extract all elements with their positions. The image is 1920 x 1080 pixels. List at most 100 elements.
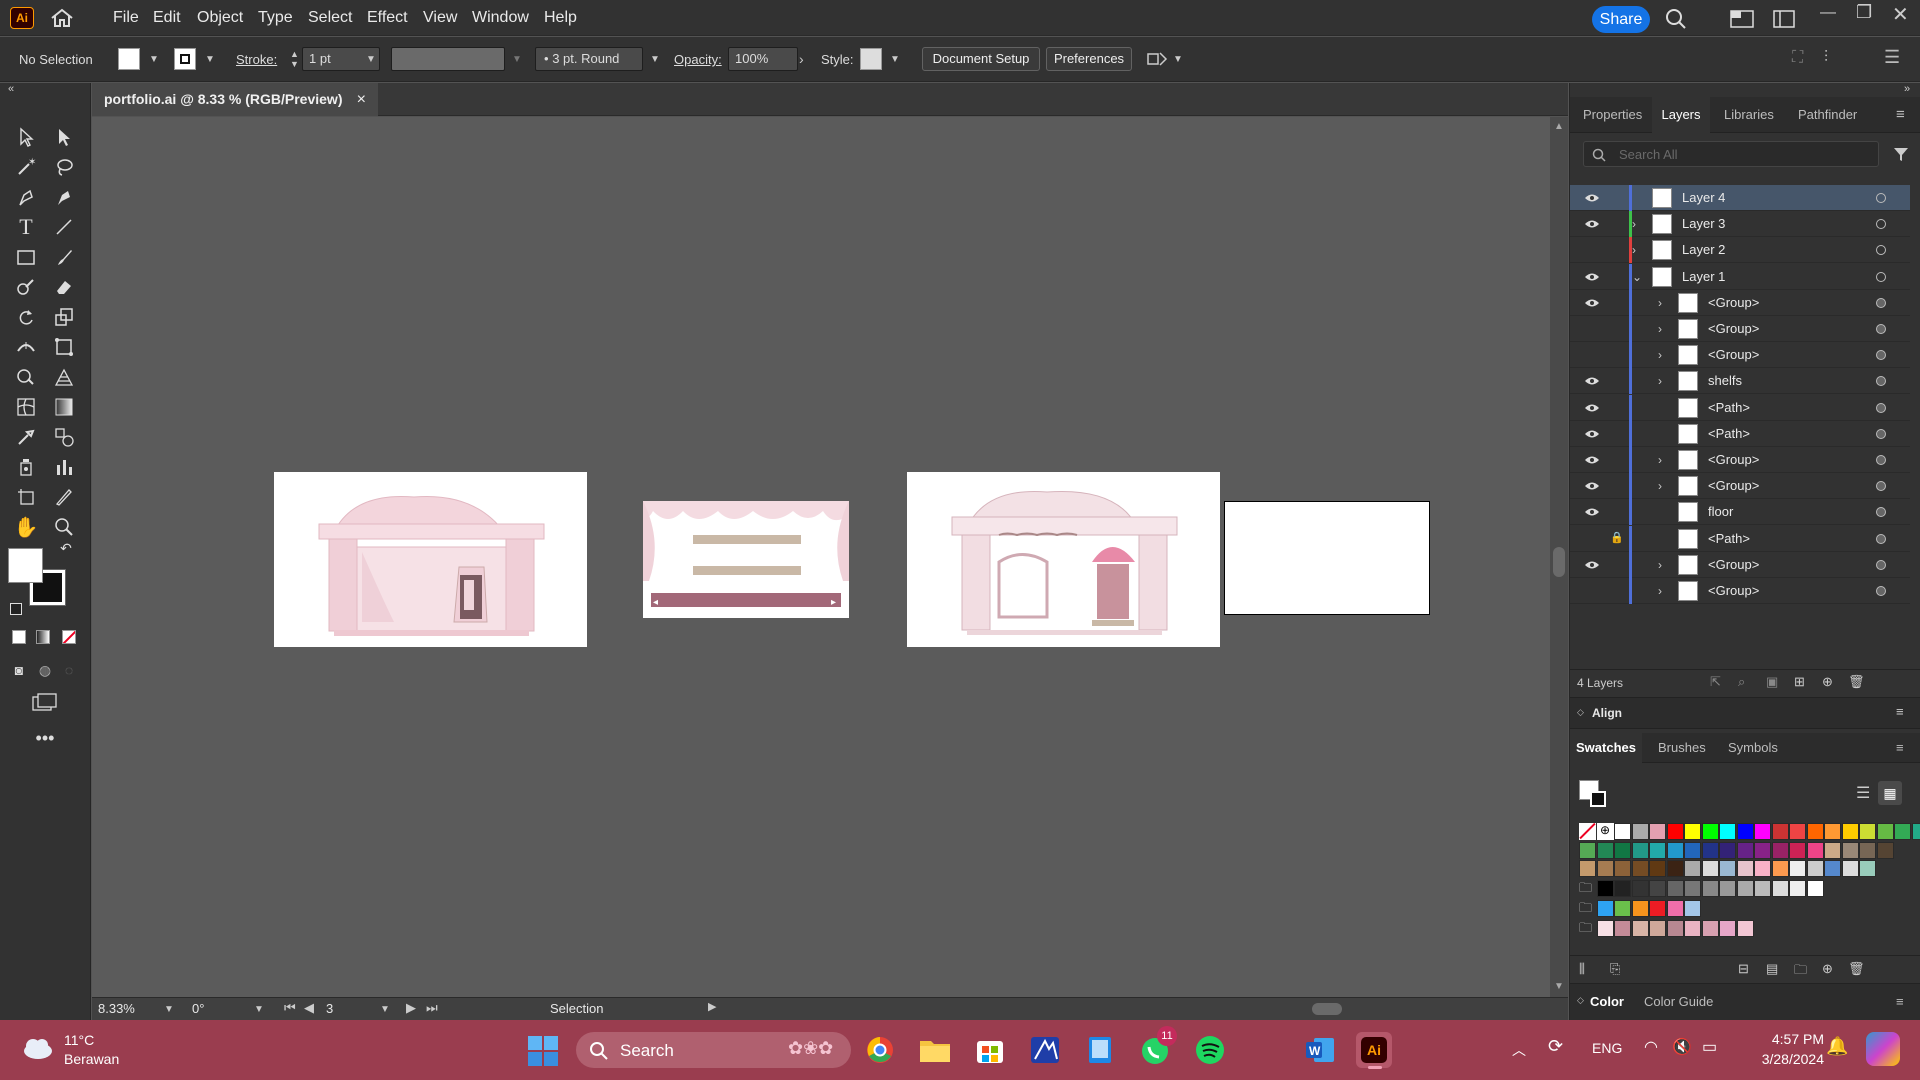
- weather-desc[interactable]: Berawan: [64, 1051, 119, 1067]
- minimize-icon[interactable]: —: [1820, 4, 1836, 22]
- expand-toggle-icon[interactable]: ›: [1658, 316, 1662, 342]
- layer-row[interactable]: ⌄ Layer 1: [1570, 263, 1910, 290]
- swatch[interactable]: [1806, 841, 1824, 859]
- target-icon[interactable]: [1876, 350, 1886, 361]
- panel-menu-icon[interactable]: ≡: [1896, 97, 1905, 133]
- wifi-icon[interactable]: ◠: [1644, 1037, 1658, 1057]
- make-clipping-mask-icon[interactable]: ▣: [1766, 674, 1778, 690]
- swatch[interactable]: [1824, 823, 1841, 840]
- swatch[interactable]: [1719, 823, 1736, 840]
- swatch[interactable]: [1631, 860, 1649, 877]
- eye-icon[interactable]: [1584, 272, 1600, 282]
- layer-row[interactable]: › shelfs: [1570, 368, 1910, 395]
- swatch[interactable]: [1596, 880, 1614, 897]
- filter-icon[interactable]: [1893, 146, 1909, 162]
- next-artboard-icon[interactable]: ▶: [406, 1000, 416, 1016]
- swatch[interactable]: [1789, 880, 1806, 897]
- collapse-icon[interactable]: ◇: [1577, 707, 1584, 718]
- chevron-right-icon[interactable]: ›: [799, 51, 804, 67]
- close-window-icon[interactable]: ✕: [1892, 2, 1909, 27]
- swatch-registration[interactable]: ⊕: [1596, 823, 1614, 840]
- swatch[interactable]: [1684, 823, 1701, 840]
- locate-object-icon[interactable]: ⌕: [1738, 674, 1745, 690]
- tab-swatches[interactable]: Swatches: [1570, 733, 1642, 763]
- swatch[interactable]: [1649, 841, 1666, 859]
- layer-name[interactable]: Layer 1: [1682, 264, 1725, 290]
- chevron-down-icon[interactable]: ▼: [1173, 54, 1183, 65]
- lasso-tool-icon[interactable]: [50, 153, 78, 181]
- expand-toggle-icon[interactable]: ›: [1658, 447, 1662, 473]
- target-icon[interactable]: [1876, 376, 1886, 387]
- layer-name[interactable]: floor: [1708, 499, 1733, 525]
- chevron-down-icon[interactable]: ▼: [164, 1004, 174, 1015]
- folder-icon[interactable]: 🗀: [1794, 961, 1807, 983]
- swatch[interactable]: [1614, 860, 1631, 877]
- target-icon[interactable]: [1876, 559, 1886, 570]
- swatch[interactable]: [1754, 823, 1771, 840]
- arrange-icon[interactable]: [1146, 50, 1168, 68]
- clock-date[interactable]: 3/28/2024: [1742, 1051, 1824, 1067]
- layer-name[interactable]: <Group>: [1708, 290, 1759, 316]
- document-tab[interactable]: portfolio.ai @ 8.33 % (RGB/Preview) ×: [92, 83, 378, 116]
- swap-colors-icon[interactable]: ↶: [56, 538, 76, 558]
- swatch[interactable]: [1684, 920, 1701, 937]
- rotation-field[interactable]: 0°: [192, 1000, 242, 1018]
- layer-row[interactable]: › Layer 2: [1570, 237, 1910, 264]
- color-group-folder-icon[interactable]: 🗀: [1579, 900, 1596, 917]
- brush-definition[interactable]: • 3 pt. Round: [535, 47, 643, 71]
- sync-icon[interactable]: ⟳: [1548, 1036, 1563, 1057]
- workspace-icon[interactable]: [1773, 10, 1795, 28]
- draw-inside-icon[interactable]: ◌: [58, 659, 80, 681]
- target-icon[interactable]: [1876, 507, 1886, 518]
- chevron-down-icon[interactable]: ▼: [650, 54, 660, 65]
- share-button[interactable]: Share: [1592, 6, 1650, 33]
- eye-icon[interactable]: [1584, 455, 1600, 465]
- swatch[interactable]: [1859, 823, 1876, 840]
- panel-menu-icon[interactable]: ☰: [1884, 47, 1900, 68]
- swatch[interactable]: [1701, 880, 1719, 897]
- delete-swatch-icon[interactable]: 🗑: [1848, 961, 1865, 977]
- tab-color-guide[interactable]: Color Guide: [1644, 984, 1713, 1020]
- rectangle-tool-icon[interactable]: [12, 243, 40, 271]
- swatch[interactable]: [1806, 860, 1824, 877]
- swatch[interactable]: [1771, 880, 1789, 897]
- swatch-libraries-icon[interactable]: ⫼: [1579, 961, 1585, 977]
- tab-libraries[interactable]: Libraries: [1724, 97, 1774, 133]
- swatch[interactable]: [1736, 860, 1754, 877]
- swatch[interactable]: [1649, 860, 1666, 877]
- chevron-down-icon[interactable]: ▼: [380, 1004, 390, 1015]
- swatch[interactable]: [1666, 841, 1684, 859]
- vertical-scrollbar[interactable]: ▲ ▼: [1550, 117, 1568, 997]
- search-icon[interactable]: [1665, 8, 1687, 30]
- swatch[interactable]: [1754, 860, 1771, 877]
- menu-window[interactable]: Window: [472, 0, 529, 36]
- swatch[interactable]: [1876, 841, 1894, 859]
- menu-select[interactable]: Select: [308, 0, 352, 36]
- swatch[interactable]: [1596, 900, 1614, 917]
- target-icon[interactable]: [1876, 324, 1886, 334]
- weather-temp[interactable]: 11°C: [64, 1032, 94, 1048]
- pen-tool-icon[interactable]: [12, 183, 40, 211]
- menu-file[interactable]: File: [113, 0, 139, 36]
- expand-toggle-icon[interactable]: ›: [1632, 237, 1636, 263]
- layer-row[interactable]: › <Group>: [1570, 447, 1910, 473]
- edit-toolbar-icon[interactable]: •••: [30, 728, 60, 748]
- close-tab-icon[interactable]: ×: [357, 83, 366, 116]
- app-icon[interactable]: [1027, 1032, 1063, 1068]
- swatch[interactable]: [1806, 823, 1824, 840]
- slice-tool-icon[interactable]: [50, 483, 78, 511]
- paintbrush-tool-icon[interactable]: [50, 243, 78, 271]
- swatch[interactable]: [1859, 841, 1876, 859]
- chrome-icon[interactable]: [862, 1032, 898, 1068]
- align-options-icon[interactable]: ⫶: [1824, 49, 1828, 67]
- status-menu-icon[interactable]: ▶: [708, 1000, 716, 1013]
- chevron-up-icon[interactable]: ︿: [1512, 1040, 1526, 1060]
- screen-mode-icon[interactable]: [30, 691, 60, 715]
- layer-name[interactable]: <Group>: [1708, 473, 1759, 499]
- target-icon[interactable]: [1876, 428, 1886, 439]
- swatch[interactable]: [1824, 860, 1841, 877]
- artboard-4[interactable]: [1224, 501, 1430, 615]
- swatch[interactable]: [1719, 841, 1736, 859]
- tab-properties[interactable]: Properties: [1583, 97, 1642, 133]
- target-icon[interactable]: [1876, 193, 1886, 203]
